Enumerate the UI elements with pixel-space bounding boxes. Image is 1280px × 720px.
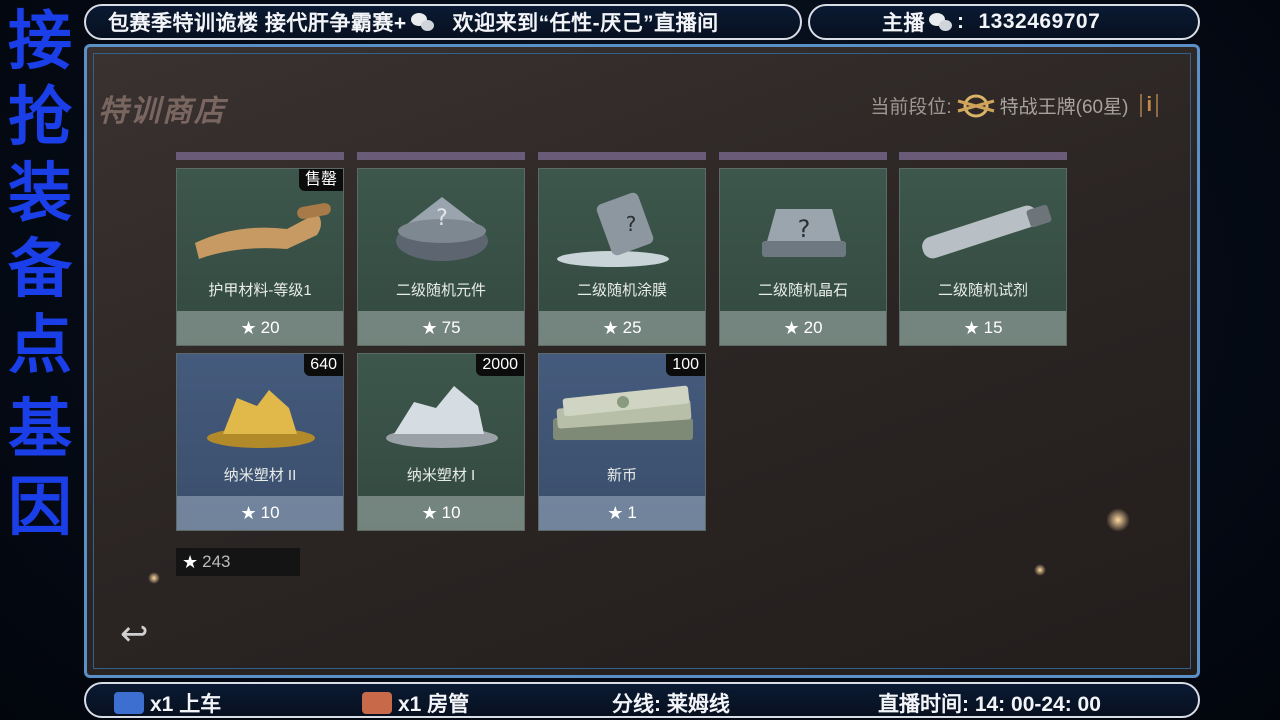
rank-value: 特战王牌(60星) xyxy=(999,97,1129,118)
light-spark xyxy=(1034,564,1046,576)
item-badge: 100 xyxy=(666,354,705,376)
streamer-number: 1332469707 xyxy=(978,10,1101,33)
item-badge: 售罄 xyxy=(298,169,343,191)
item-price: ★ 10 xyxy=(177,496,343,530)
card-strip xyxy=(357,152,525,160)
side-char: 抢 xyxy=(8,80,72,155)
parchment-icon xyxy=(177,183,343,273)
info-button[interactable]: i xyxy=(1140,94,1158,117)
shop-item-card[interactable]: ? 二级随机涂膜 ★ 25 xyxy=(538,168,706,346)
item-price: ★ 20 xyxy=(720,311,886,345)
back-button[interactable]: ↩ xyxy=(120,614,149,654)
boarding-text: x1 上车 xyxy=(150,693,222,716)
card-icon xyxy=(362,692,392,714)
stream-schedule: 直播时间: 14: 00-24: 00 xyxy=(878,693,1101,716)
moderator-text: x1 房管 xyxy=(398,693,470,716)
item-price-value: 15 xyxy=(983,318,1003,337)
stream-info-bar: x1 上车 x1 房管 分线: 莱姆线 直播时间: 14: 00-24: 00 xyxy=(84,682,1200,718)
item-price-value: 1 xyxy=(627,503,637,522)
card-strip xyxy=(176,152,344,160)
rank-emblem-icon xyxy=(956,93,996,119)
light-spark xyxy=(148,572,160,584)
shop-item-card[interactable]: 纳米塑材 I ★ 10 2000 xyxy=(357,353,525,531)
boarding-info: x1 上车 xyxy=(114,688,221,718)
star-balance: ★ 243 xyxy=(176,548,300,576)
item-name: 护甲材料-等级1 xyxy=(208,282,312,299)
rank-display: 当前段位: 特战王牌(60星) i xyxy=(870,92,1158,119)
banner-welcome-text: 欢迎来到“任性-厌己”直播间 xyxy=(452,12,719,35)
card-strip xyxy=(719,152,887,160)
item-price: ★ 25 xyxy=(539,311,705,345)
banner-promo-text: 包赛季特训诡楼 接代肝争霸赛+ xyxy=(108,12,407,35)
star-icon: ★ xyxy=(421,317,438,338)
shop-item-card[interactable]: 纳米塑材 II ★ 10 640 xyxy=(176,353,344,531)
wechat-icon xyxy=(929,12,953,32)
back-arrow-icon: ↩ xyxy=(120,614,149,654)
item-name: 二级随机涂膜 xyxy=(576,282,667,299)
item-price: ★ 10 xyxy=(358,496,524,530)
svg-text:?: ? xyxy=(436,206,448,231)
star-icon: ★ xyxy=(240,502,257,523)
light-spark xyxy=(1106,508,1130,532)
item-name: 纳米塑材 I xyxy=(406,467,476,484)
streamer-contact-banner: 主播 : 1332469707 xyxy=(808,4,1200,40)
side-char: 基 xyxy=(8,392,72,467)
item-badge: 640 xyxy=(304,354,343,376)
svg-text:?: ? xyxy=(798,215,811,243)
server-line: 分线: 莱姆线 xyxy=(612,693,730,716)
item-name: 二级随机元件 xyxy=(395,282,486,299)
gold-nano-icon xyxy=(177,368,343,458)
side-char: 接 xyxy=(8,4,72,79)
paint-bucket-icon: ? xyxy=(539,183,705,273)
star-balance-value: 243 xyxy=(202,552,231,571)
silver-nano-icon xyxy=(358,368,524,458)
item-name: 新币 xyxy=(606,467,637,484)
item-price-value: 75 xyxy=(441,318,461,337)
rank-label: 当前段位: xyxy=(870,97,952,118)
stream-banner-top: 包赛季特训诡楼 接代肝争霸赛+ 欢迎来到“任性-厌己”直播间 xyxy=(84,4,802,40)
star-icon: ★ xyxy=(421,502,438,523)
side-char: 因 xyxy=(8,470,72,545)
shop-item-card[interactable]: 护甲材料-等级1 ★ 20 售罄 xyxy=(176,168,344,346)
item-price-value: 20 xyxy=(803,318,823,337)
item-name: 二级随机晶石 xyxy=(757,282,848,299)
shop-item-card[interactable]: ? 二级随机元件 ★ 75 xyxy=(357,168,525,346)
mystery-component-icon: ? xyxy=(358,183,524,273)
item-price-value: 10 xyxy=(441,503,461,522)
star-icon: ★ xyxy=(607,502,624,523)
wechat-icon xyxy=(410,12,435,32)
moderator-info: x1 房管 xyxy=(362,688,469,718)
cash-stack-icon xyxy=(539,368,705,458)
item-badge: 2000 xyxy=(476,354,524,376)
streamer-sep: : xyxy=(957,10,965,33)
side-char: 备 xyxy=(8,232,72,307)
star-icon: ★ xyxy=(182,551,199,572)
ticket-icon xyxy=(114,692,144,714)
item-name: 纳米塑材 II xyxy=(223,467,297,484)
item-price: ★ 1 xyxy=(539,496,705,530)
item-price-value: 25 xyxy=(622,318,642,337)
shop-item-card[interactable]: 新币 ★ 1 100 xyxy=(538,353,706,531)
item-name: 二级随机试剂 xyxy=(937,282,1028,299)
item-price: ★ 15 xyxy=(900,311,1066,345)
streamer-label: 主播 xyxy=(882,12,925,35)
item-price: ★ 75 xyxy=(358,311,524,345)
syringe-icon xyxy=(900,183,1066,273)
item-price-value: 10 xyxy=(260,503,280,522)
side-char: 装 xyxy=(8,156,72,231)
side-char: 点 xyxy=(8,308,72,383)
shop-title: 特训商店 xyxy=(98,94,226,129)
card-strip xyxy=(899,152,1067,160)
star-icon: ★ xyxy=(602,317,619,338)
item-price-value: 20 xyxy=(260,318,280,337)
star-icon: ★ xyxy=(783,317,800,338)
star-icon: ★ xyxy=(240,317,257,338)
card-strip xyxy=(538,152,706,160)
shop-item-card[interactable]: ? 二级随机晶石 ★ 20 xyxy=(719,168,887,346)
star-icon: ★ xyxy=(963,317,980,338)
shop-item-card[interactable]: 二级随机试剂 ★ 15 xyxy=(899,168,1067,346)
svg-text:?: ? xyxy=(626,212,637,236)
item-price: ★ 20 xyxy=(177,311,343,345)
mystery-crystal-icon: ? xyxy=(720,183,886,273)
